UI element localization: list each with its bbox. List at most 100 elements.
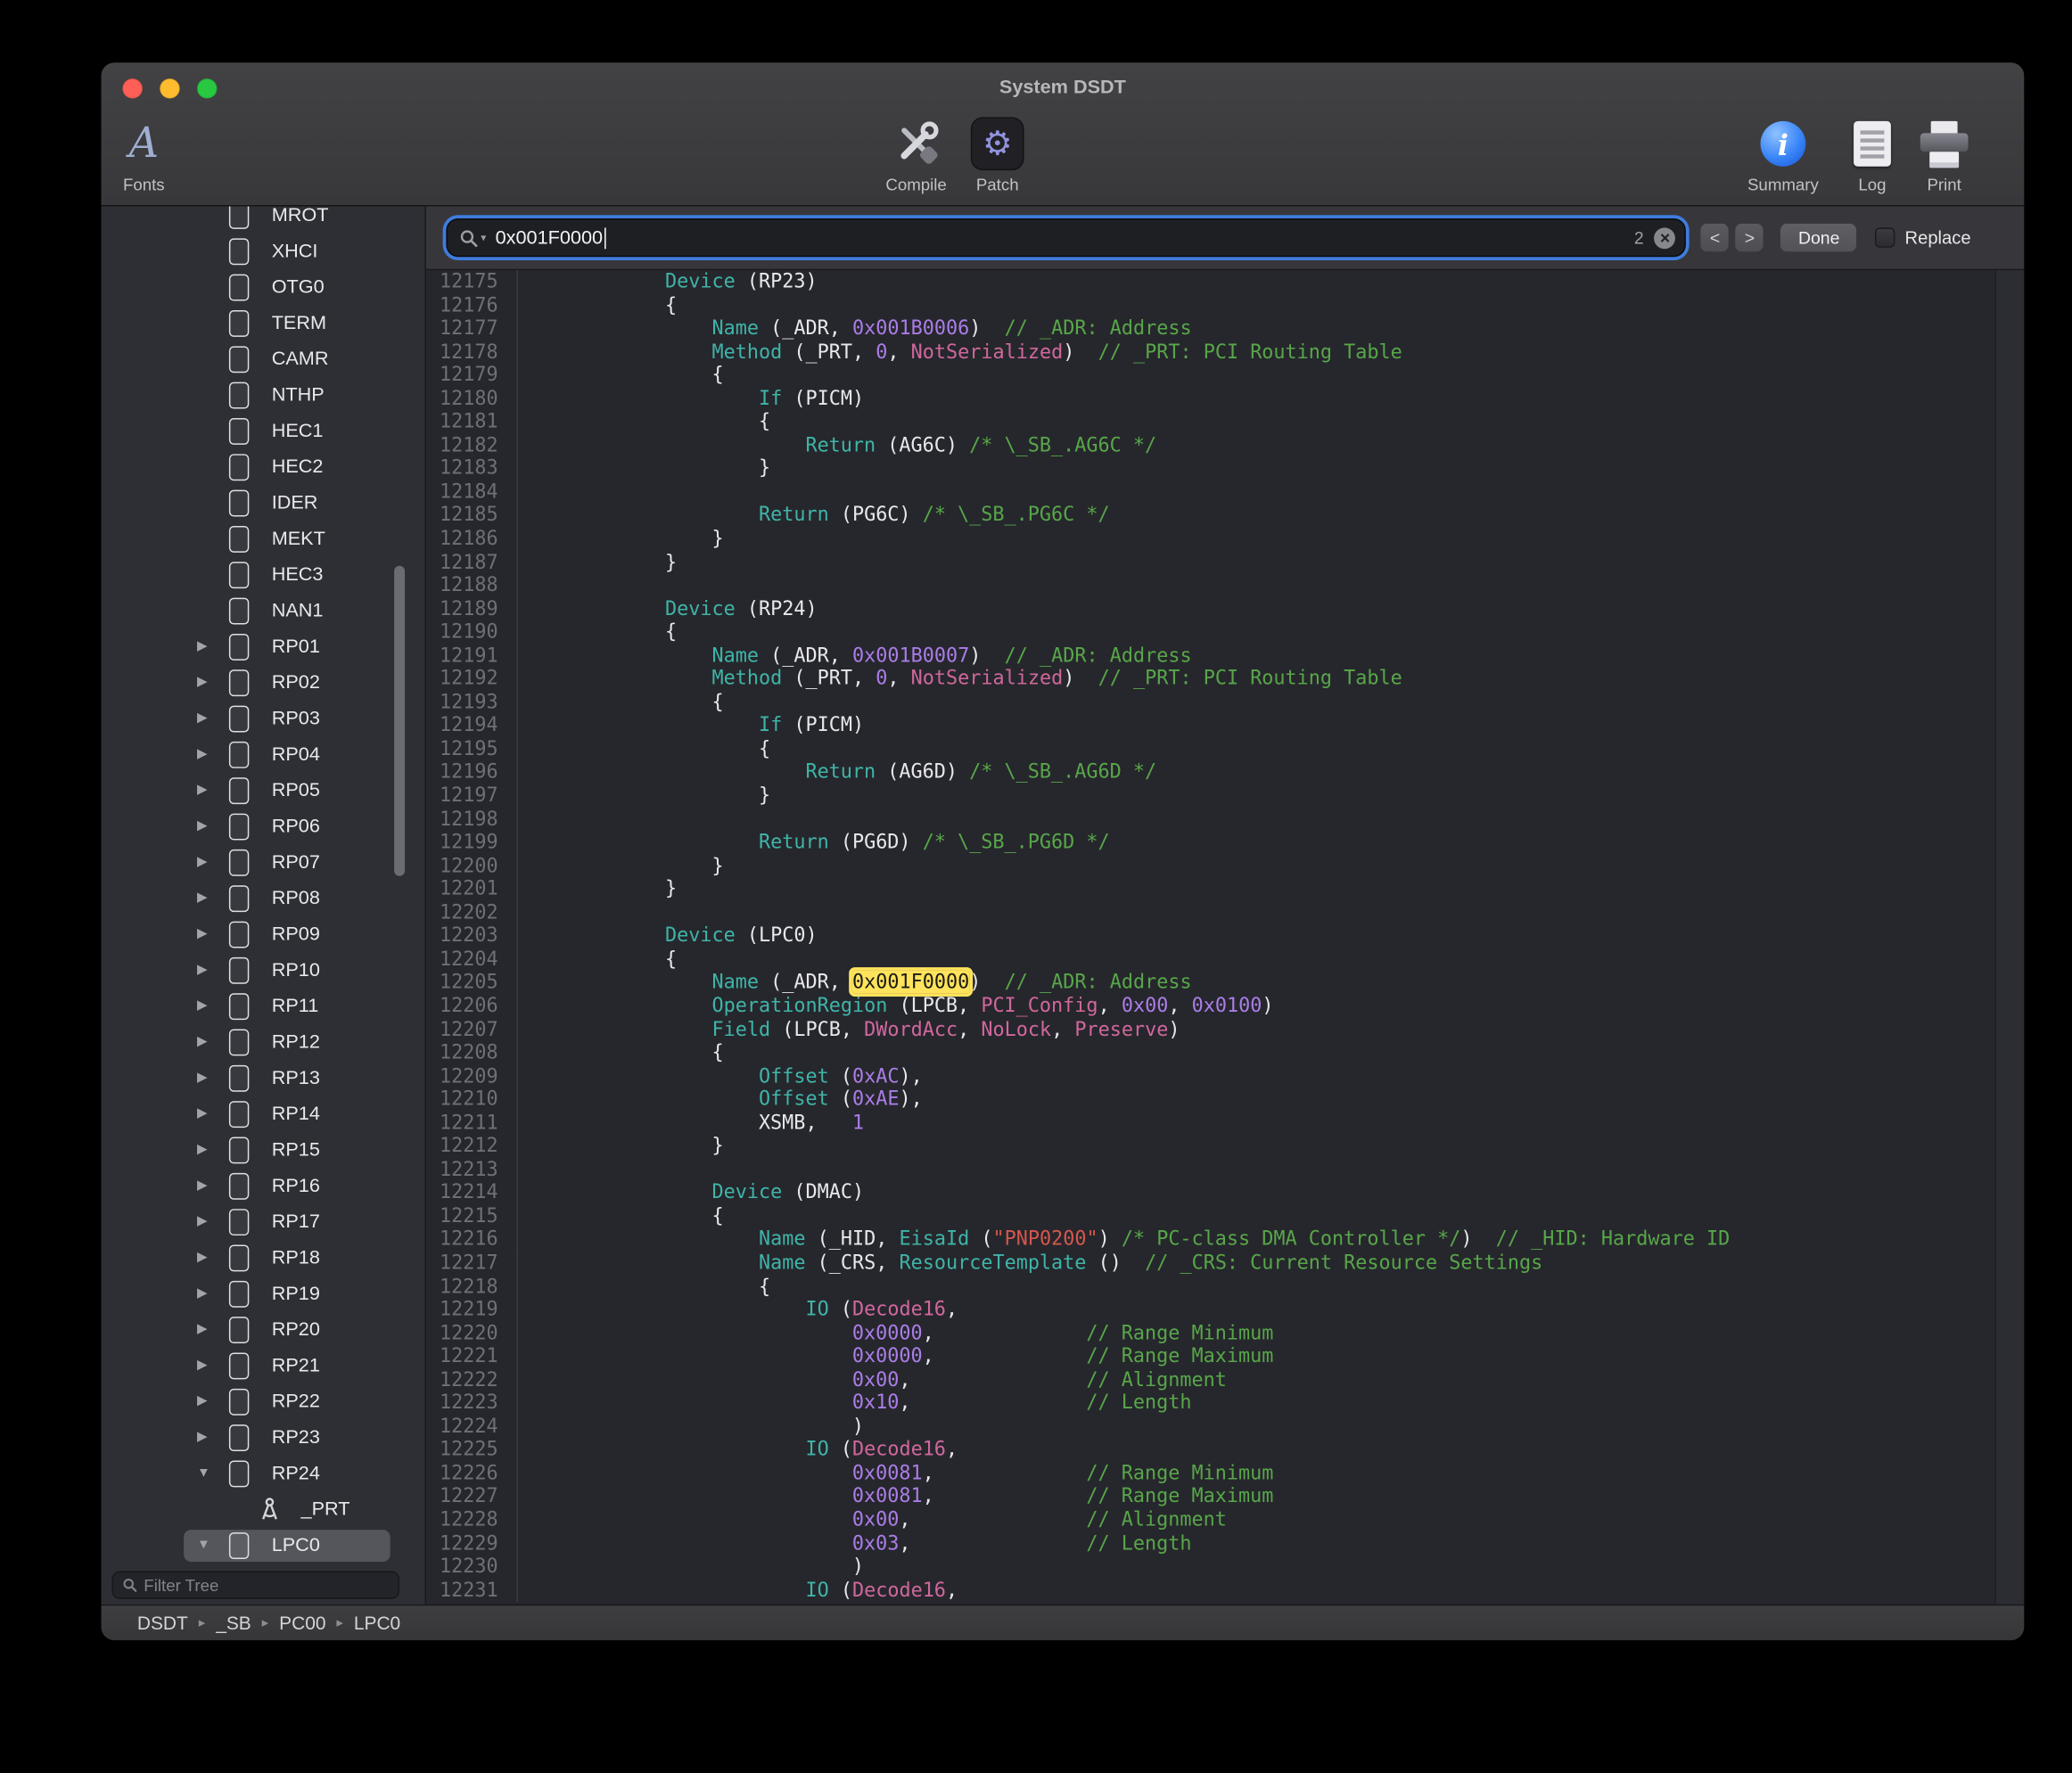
tree-item-rp17[interactable]: ▶RP17 (102, 1203, 425, 1239)
tree-item-rp16[interactable]: ▶RP16 (102, 1168, 425, 1203)
done-button[interactable]: Done (1780, 222, 1858, 252)
tree-item-rp23[interactable]: ▶RP23 (102, 1419, 425, 1455)
code-line[interactable]: 12185 Return (PG6C) /* \_SB_.PG6C */ (426, 504, 2024, 527)
code-line[interactable]: 12186 } (426, 527, 2024, 550)
code-line[interactable]: 12194 If (PICM) (426, 714, 2024, 737)
tree-item-rp09[interactable]: ▶RP09 (102, 916, 425, 952)
code-line[interactable]: 12200 } (426, 854, 2024, 877)
code-line[interactable]: 12214 Device (DMAC) (426, 1181, 2024, 1204)
tree-item-rp12[interactable]: ▶RP12 (102, 1024, 425, 1060)
disclosure-collapsed-icon[interactable]: ▶ (197, 675, 224, 689)
tree-item-xhci[interactable]: XHCI (102, 233, 425, 268)
code-line[interactable]: 12180 If (PICM) (426, 387, 2024, 410)
code-line[interactable]: 12184 (426, 480, 2024, 504)
disclosure-collapsed-icon[interactable]: ▶ (197, 927, 224, 941)
code-line[interactable]: 12176 { (426, 293, 2024, 316)
tree-item-camr[interactable]: CAMR (102, 341, 425, 376)
tree-item-rp07[interactable]: ▶RP07 (102, 844, 425, 880)
disclosure-collapsed-icon[interactable]: ▶ (197, 1071, 224, 1085)
tree-item-rp01[interactable]: ▶RP01 (102, 628, 425, 664)
code-line[interactable]: 12208 { (426, 1041, 2024, 1064)
search-menu-icon[interactable] (459, 228, 486, 247)
disclosure-collapsed-icon[interactable]: ▶ (197, 1035, 224, 1049)
disclosure-collapsed-icon[interactable]: ▶ (197, 891, 224, 905)
filter-input[interactable] (144, 1576, 389, 1595)
code-line[interactable]: 12222 0x00, // Alignment (426, 1368, 2024, 1391)
code-line[interactable]: 12178 Method (_PRT, 0, NotSerialized) //… (426, 341, 2024, 364)
patch-button[interactable]: Patch (960, 113, 1035, 194)
disclosure-collapsed-icon[interactable]: ▶ (197, 819, 224, 833)
code-line[interactable]: 12181 { (426, 410, 2024, 433)
code-line[interactable]: 12183 } (426, 457, 2024, 480)
tree-item-lpc0[interactable]: ▼LPC0 (102, 1527, 425, 1563)
tree-item-rp04[interactable]: ▶RP04 (102, 736, 425, 772)
code-line[interactable]: 12199 Return (PG6D) /* \_SB_.PG6D */ (426, 831, 2024, 854)
code-line[interactable]: 12204 { (426, 948, 2024, 971)
replace-toggle[interactable]: Replace (1876, 227, 1971, 247)
find-previous-button[interactable]: < (1699, 222, 1730, 252)
code-line[interactable]: 12202 (426, 901, 2024, 924)
code-line[interactable]: 12182 Return (AG6C) /* \_SB_.AG6C */ (426, 434, 2024, 457)
disclosure-expanded-icon[interactable]: ▼ (197, 1465, 224, 1480)
code-line[interactable]: 12227 0x0081, // Range Maximum (426, 1485, 2024, 1508)
tree-item-rp20[interactable]: ▶RP20 (102, 1311, 425, 1347)
disclosure-collapsed-icon[interactable]: ▶ (197, 783, 224, 797)
breadcrumb-item-_sb[interactable]: _SB (216, 1613, 251, 1634)
code-line[interactable]: 12221 0x0000, // Range Maximum (426, 1345, 2024, 1368)
code-line[interactable]: 12206 OperationRegion (LPCB, PCI_Config,… (426, 995, 2024, 1018)
code-line[interactable]: 12217 Name (_CRS, ResourceTemplate () //… (426, 1252, 2024, 1275)
tree-item-rp05[interactable]: ▶RP05 (102, 772, 425, 808)
code-line[interactable]: 12191 Name (_ADR, 0x001B0007) // _ADR: A… (426, 644, 2024, 668)
code-editor[interactable]: 12175 Device (RP23)12176 {12177 Name (_A… (426, 270, 2024, 1605)
disclosure-collapsed-icon[interactable]: ▶ (197, 1143, 224, 1157)
tree-item-rp06[interactable]: ▶RP06 (102, 809, 425, 844)
tree-item-rp21[interactable]: ▶RP21 (102, 1348, 425, 1383)
tree-item-rp18[interactable]: ▶RP18 (102, 1240, 425, 1276)
tree-item-ider[interactable]: IDER (102, 485, 425, 521)
code-line[interactable]: 12223 0x10, // Length (426, 1391, 2024, 1415)
tree-item-rp13[interactable]: ▶RP13 (102, 1060, 425, 1096)
tree-item-rp19[interactable]: ▶RP19 (102, 1276, 425, 1311)
code-line[interactable]: 12224 ) (426, 1415, 2024, 1438)
disclosure-collapsed-icon[interactable]: ▶ (197, 1394, 224, 1408)
tree-item-rp24[interactable]: ▼RP24 (102, 1456, 425, 1491)
tree-item-rp11[interactable]: ▶RP11 (102, 988, 425, 1023)
tree-item-rp15[interactable]: ▶RP15 (102, 1132, 425, 1168)
tree-item-hec2[interactable]: HEC2 (102, 448, 425, 484)
disclosure-collapsed-icon[interactable]: ▶ (197, 1286, 224, 1301)
code-line[interactable]: 12198 (426, 808, 2024, 831)
breadcrumb-item-dsdt[interactable]: DSDT (137, 1613, 188, 1634)
code-line[interactable]: 12195 { (426, 737, 2024, 760)
code-line[interactable]: 12220 0x0000, // Range Minimum (426, 1322, 2024, 1345)
tree-item-hec1[interactable]: HEC1 (102, 413, 425, 448)
code-line[interactable]: 12187 } (426, 551, 2024, 574)
disclosure-collapsed-icon[interactable]: ▶ (197, 1214, 224, 1228)
title-bar[interactable]: System DSDT Fonts Compile (102, 62, 2025, 206)
code-line[interactable]: 12229 0x03, // Length (426, 1531, 2024, 1555)
code-line[interactable]: 12226 0x0081, // Range Minimum (426, 1462, 2024, 1485)
code-line[interactable]: 12219 IO (Decode16, (426, 1298, 2024, 1321)
disclosure-collapsed-icon[interactable]: ▶ (197, 1106, 224, 1120)
tree-item-term[interactable]: TERM (102, 305, 425, 341)
tree-item-rp08[interactable]: ▶RP08 (102, 880, 425, 915)
disclosure-collapsed-icon[interactable]: ▶ (197, 747, 224, 761)
tree-item-mrot[interactable]: MROT (102, 207, 425, 234)
sidebar-scrollbar[interactable] (394, 566, 405, 876)
code-line[interactable]: 12190 { (426, 620, 2024, 644)
code-line[interactable]: 12205 Name (_ADR, 0x001F0000) // _ADR: A… (426, 971, 2024, 994)
disclosure-expanded-icon[interactable]: ▼ (197, 1538, 224, 1552)
code-line[interactable]: 12196 Return (AG6D) /* \_SB_.AG6D */ (426, 761, 2024, 784)
code-line[interactable]: 12210 Offset (0xAE), (426, 1088, 2024, 1111)
breadcrumb-item-lpc0[interactable]: LPC0 (354, 1613, 400, 1634)
disclosure-collapsed-icon[interactable]: ▶ (197, 1358, 224, 1372)
code-line[interactable]: 12188 (426, 574, 2024, 597)
code-line[interactable]: 12203 Device (LPC0) (426, 924, 2024, 948)
code-line[interactable]: 12192 Method (_PRT, 0, NotSerialized) //… (426, 668, 2024, 691)
code-line[interactable]: 12216 Name (_HID, EisaId ("PNP0200") /* … (426, 1228, 2024, 1252)
disclosure-collapsed-icon[interactable]: ▶ (197, 963, 224, 977)
print-button[interactable]: Print (1907, 113, 1982, 194)
tree-item-rp10[interactable]: ▶RP10 (102, 952, 425, 988)
tree-item-rp02[interactable]: ▶RP02 (102, 664, 425, 700)
disclosure-collapsed-icon[interactable]: ▶ (197, 1322, 224, 1336)
disclosure-collapsed-icon[interactable]: ▶ (197, 1178, 224, 1193)
